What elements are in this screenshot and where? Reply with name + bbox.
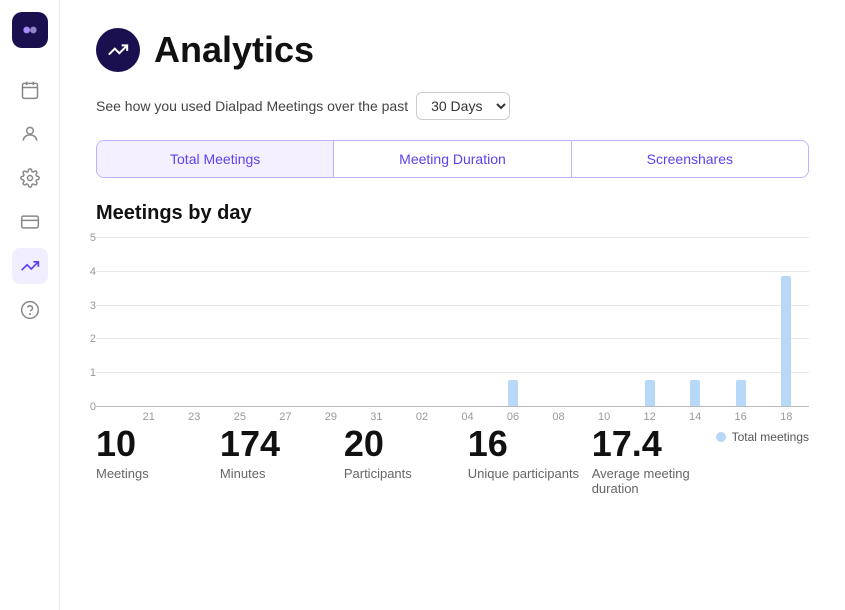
- x-label: 18: [763, 411, 809, 423]
- x-labels: 212325272931020406081012141618: [126, 411, 809, 423]
- sidebar-item-contacts[interactable]: [12, 116, 48, 152]
- stat-minutes-label: Minutes: [220, 466, 344, 481]
- chart-title: Meetings by day: [96, 202, 809, 225]
- stat-meetings-value: 10: [96, 426, 220, 462]
- x-label: 02: [399, 411, 445, 423]
- bar-group: [763, 276, 809, 406]
- subtitle-text: See how you used Dialpad Meetings over t…: [96, 98, 408, 114]
- legend-label: Total meetings: [732, 430, 809, 444]
- chart-container: Meetings by day 5 4 3 2: [96, 202, 809, 402]
- x-label: 10: [581, 411, 627, 423]
- x-label: 23: [172, 411, 218, 423]
- page-header: Analytics: [96, 28, 809, 72]
- chart-legend: Total meetings: [716, 426, 809, 444]
- sidebar-item-settings[interactable]: [12, 160, 48, 196]
- bars-area: [126, 237, 809, 406]
- bar-group: [718, 380, 764, 406]
- chart-bar: [736, 380, 746, 406]
- subtitle-row: See how you used Dialpad Meetings over t…: [96, 92, 809, 120]
- x-label: 08: [536, 411, 582, 423]
- page-icon: [96, 28, 140, 72]
- stat-unique-label: Unique participants: [468, 466, 592, 481]
- time-period-select[interactable]: 7 Days 14 Days 30 Days 90 Days: [416, 92, 510, 120]
- x-label: 25: [217, 411, 263, 423]
- x-label: 21: [126, 411, 172, 423]
- tab-total-meetings[interactable]: Total Meetings: [97, 141, 334, 177]
- x-label: 29: [308, 411, 354, 423]
- x-label: 06: [490, 411, 536, 423]
- tab-screenshares[interactable]: Screenshares: [572, 141, 808, 177]
- x-label: 12: [627, 411, 673, 423]
- sidebar-item-analytics[interactable]: [12, 248, 48, 284]
- stat-meetings-label: Meetings: [96, 466, 220, 481]
- chart-bar: [645, 380, 655, 406]
- sidebar-item-billing[interactable]: [12, 204, 48, 240]
- sidebar: [0, 0, 60, 610]
- chart-bar: [508, 380, 518, 406]
- tab-meeting-duration[interactable]: Meeting Duration: [334, 141, 571, 177]
- chart-area: 5 4 3 2 1 0: [96, 237, 809, 407]
- app-logo: [12, 12, 48, 48]
- page-title: Analytics: [154, 29, 314, 71]
- stat-avg-duration: 17.4 Average meeting duration: [592, 426, 716, 496]
- chart-bar: [690, 380, 700, 406]
- x-label: 16: [718, 411, 764, 423]
- chart-bar: [781, 276, 791, 406]
- stat-unique-participants: 16 Unique participants: [468, 426, 592, 481]
- bar-group: [490, 380, 536, 406]
- stat-participants-label: Participants: [344, 466, 468, 481]
- main-content: Analytics See how you used Dialpad Meeti…: [60, 0, 845, 610]
- stats-row: 10 Meetings 174 Minutes 20 Participants …: [96, 426, 809, 496]
- stat-unique-value: 16: [468, 426, 592, 462]
- stat-minutes: 174 Minutes: [220, 426, 344, 481]
- tabs-container: Total Meetings Meeting Duration Screensh…: [96, 140, 809, 178]
- stat-meetings: 10 Meetings: [96, 426, 220, 481]
- bar-group: [627, 380, 673, 406]
- stat-participants: 20 Participants: [344, 426, 468, 481]
- stat-participants-value: 20: [344, 426, 468, 462]
- sidebar-item-calendar[interactable]: [12, 72, 48, 108]
- x-label: 04: [445, 411, 491, 423]
- stat-avg-label: Average meeting duration: [592, 466, 716, 496]
- legend-dot: [716, 432, 726, 442]
- stat-avg-value: 17.4: [592, 426, 716, 462]
- sidebar-item-help[interactable]: [12, 292, 48, 328]
- stat-minutes-value: 174: [220, 426, 344, 462]
- x-label: 14: [672, 411, 718, 423]
- x-label: 31: [354, 411, 400, 423]
- x-label: 27: [263, 411, 309, 423]
- bar-group: [672, 380, 718, 406]
